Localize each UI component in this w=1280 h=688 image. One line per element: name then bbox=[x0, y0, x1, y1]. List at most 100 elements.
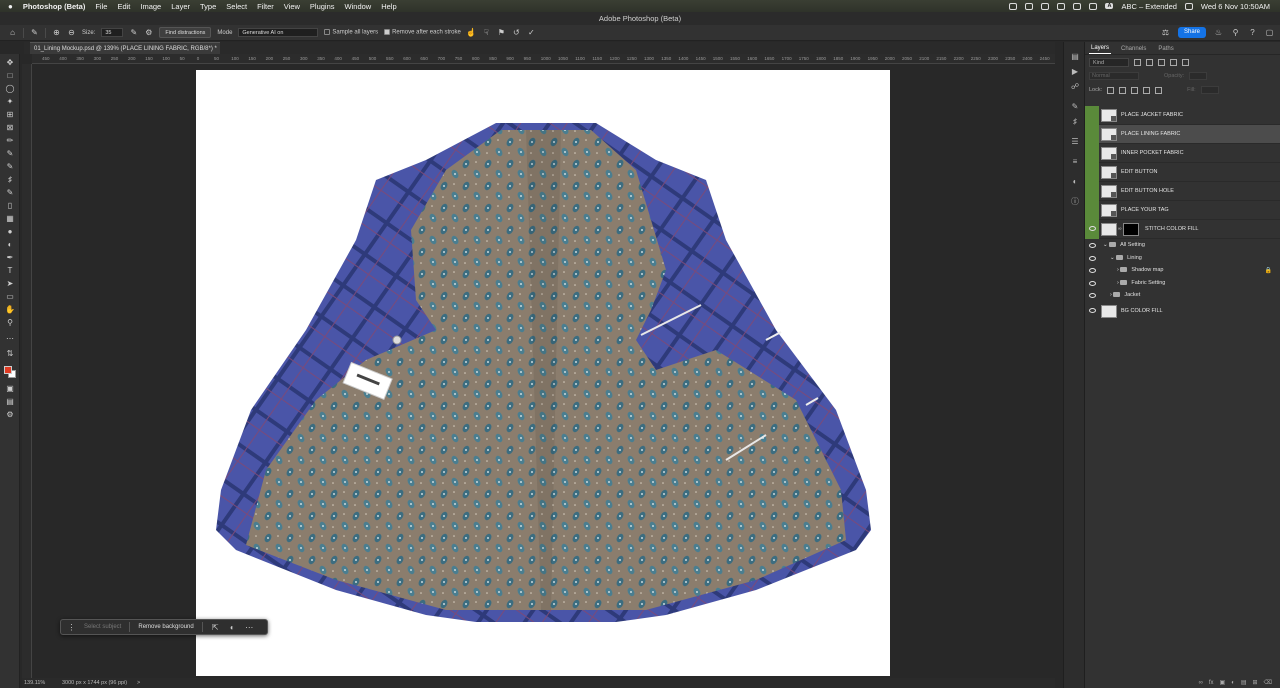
visibility-toggle[interactable] bbox=[1085, 201, 1099, 220]
lock-image-icon[interactable] bbox=[1119, 86, 1127, 94]
layer-row[interactable]: PLACE YOUR TAG bbox=[1085, 201, 1280, 220]
wifi-icon[interactable] bbox=[1089, 2, 1098, 10]
layer-name[interactable]: INNER POCKET FABRIC bbox=[1121, 144, 1184, 163]
status-menu-arrow[interactable]: > bbox=[137, 678, 140, 688]
document-dimensions[interactable]: 3000 px x 1744 px (96 ppi) bbox=[62, 678, 127, 688]
menu-type[interactable]: Type bbox=[200, 2, 216, 11]
brush-add-icon[interactable]: ⊕ bbox=[52, 28, 61, 37]
more-options-icon[interactable]: ⋯ bbox=[245, 623, 254, 632]
adjustment-icon[interactable]: ◐ bbox=[228, 623, 237, 632]
clone-stamp-tool-icon[interactable]: ♯ bbox=[5, 175, 15, 184]
group-name[interactable]: Fabric Setting bbox=[1131, 280, 1165, 286]
transform-icon[interactable]: ⇱ bbox=[211, 623, 220, 632]
group-label[interactable]: ⌄ All Setting bbox=[1103, 239, 1145, 252]
group-row[interactable]: › Fabric Setting bbox=[1085, 277, 1280, 290]
pen-tool-icon[interactable]: ✒ bbox=[5, 253, 15, 262]
brush-settings-icon[interactable]: ✎ bbox=[1070, 102, 1080, 112]
pressure-icon[interactable]: ✎ bbox=[129, 28, 138, 37]
help-icon[interactable]: ? bbox=[1248, 28, 1257, 37]
layer-name[interactable]: BG COLOR FILL bbox=[1121, 302, 1163, 320]
tab-channels[interactable]: Channels bbox=[1119, 46, 1148, 54]
chevron-right-icon[interactable]: › bbox=[1110, 292, 1112, 298]
eye-icon[interactable] bbox=[1089, 268, 1096, 273]
smart-object-filter-icon[interactable] bbox=[1182, 58, 1189, 66]
menu-help[interactable]: Help bbox=[381, 2, 396, 11]
layer-name[interactable]: EDIT BUTTON HOLE bbox=[1121, 182, 1174, 201]
app-menu[interactable]: Photoshop (Beta) bbox=[23, 2, 86, 11]
drag-handle-icon[interactable]: ⋮ bbox=[67, 623, 76, 632]
lock-artboard-icon[interactable] bbox=[1143, 86, 1151, 94]
remove-tool-icon[interactable]: ✎ bbox=[5, 149, 15, 158]
zoom-tool-icon[interactable]: ⚲ bbox=[5, 318, 15, 327]
menu-plugins[interactable]: Plugins bbox=[310, 2, 335, 11]
hand-tool-icon[interactable]: ✋ bbox=[5, 305, 15, 314]
lasso-tool-icon[interactable]: ◯ bbox=[5, 84, 15, 93]
trash-icon[interactable]: ⌫ bbox=[1264, 678, 1272, 688]
control-center-icon[interactable] bbox=[1184, 2, 1193, 10]
layer-name[interactable]: STITCH COLOR FILL bbox=[1145, 220, 1198, 239]
flag-icon[interactable]: ⚑ bbox=[497, 28, 506, 37]
group-name[interactable]: Lining bbox=[1127, 255, 1142, 261]
pixel-filter-icon[interactable] bbox=[1134, 58, 1141, 66]
visibility-toggle[interactable] bbox=[1085, 144, 1099, 163]
group-label[interactable]: › Jacket bbox=[1110, 289, 1140, 302]
object-select-tool-icon[interactable]: ✦ bbox=[5, 97, 15, 106]
adjustment-filter-icon[interactable] bbox=[1146, 58, 1153, 66]
zoom-level[interactable]: 139.11% bbox=[24, 678, 45, 688]
blur-tool-icon[interactable]: ● bbox=[5, 227, 15, 236]
find-distractions-button[interactable]: Find distractions bbox=[159, 27, 212, 38]
layer-row[interactable]: ∞ STITCH COLOR FILL bbox=[1085, 220, 1280, 239]
share-button[interactable]: Share bbox=[1177, 27, 1206, 38]
commit-check-icon[interactable]: ✓ bbox=[527, 28, 536, 37]
group-row[interactable]: › Shadow map 🔒 bbox=[1085, 264, 1280, 277]
input-source-badge[interactable]: A bbox=[1105, 3, 1114, 9]
layer-row[interactable]: EDIT BUTTON bbox=[1085, 163, 1280, 182]
eye-icon[interactable] bbox=[1089, 307, 1096, 313]
menu-edit[interactable]: Edit bbox=[117, 2, 130, 11]
lock-icon[interactable]: 🔒 bbox=[1265, 267, 1272, 274]
visibility-toggle[interactable] bbox=[1085, 125, 1099, 144]
chevron-down-icon[interactable]: ⌄ bbox=[1103, 242, 1108, 248]
menu-file[interactable]: File bbox=[95, 2, 107, 11]
marquee-tool-icon[interactable]: □ bbox=[5, 71, 15, 80]
gradient-tool-icon[interactable]: ▦ bbox=[5, 214, 15, 223]
sample-all-layers-checkbox[interactable] bbox=[324, 29, 331, 36]
kind-filter-select[interactable]: Kind bbox=[1089, 57, 1129, 67]
select-subject-button[interactable]: Select subject bbox=[84, 624, 121, 630]
type-filter-icon[interactable] bbox=[1158, 58, 1165, 66]
tab-paths[interactable]: Paths bbox=[1156, 46, 1175, 54]
status-icon[interactable] bbox=[1073, 2, 1082, 10]
visibility-toggle[interactable] bbox=[1085, 163, 1099, 182]
link-icon[interactable]: ∞ bbox=[1118, 226, 1122, 232]
document-canvas[interactable] bbox=[196, 70, 890, 676]
foreground-color-swatch[interactable] bbox=[4, 366, 12, 374]
apple-menu-icon[interactable]: ● bbox=[8, 2, 13, 11]
remove-after-stroke-option[interactable]: Remove after each stroke bbox=[384, 29, 461, 36]
group-label[interactable]: ⌄ Lining bbox=[1110, 252, 1142, 265]
frame-tool-icon[interactable]: ⊠ bbox=[5, 123, 15, 132]
bell-icon[interactable]: ♨ bbox=[1214, 28, 1223, 37]
crop-tool-icon[interactable]: ⊞ bbox=[5, 110, 15, 119]
layer-name[interactable]: PLACE LINING FABRIC bbox=[1121, 125, 1180, 144]
menu-view[interactable]: View bbox=[284, 2, 300, 11]
chevron-right-icon[interactable]: › bbox=[1117, 280, 1119, 286]
layer-row[interactable]: BG COLOR FILL bbox=[1085, 302, 1280, 320]
lock-transparent-icon[interactable] bbox=[1107, 86, 1115, 94]
visibility-toggle[interactable] bbox=[1085, 220, 1099, 239]
layer-name[interactable]: PLACE YOUR TAG bbox=[1121, 201, 1169, 220]
adjustments-icon[interactable]: ≡ bbox=[1070, 157, 1080, 167]
clone-source-icon[interactable]: ♯ bbox=[1070, 117, 1080, 127]
group-row[interactable]: ⌄ Lining bbox=[1085, 252, 1280, 265]
new-group-icon[interactable]: ▤ bbox=[1241, 678, 1247, 688]
brush-subtract-icon[interactable]: ⊖ bbox=[67, 28, 76, 37]
layer-name[interactable]: EDIT BUTTON bbox=[1121, 163, 1157, 182]
workspace-icon[interactable]: ▢ bbox=[1265, 28, 1274, 37]
lock-position-icon[interactable] bbox=[1131, 86, 1139, 94]
status-icon[interactable] bbox=[1057, 2, 1066, 10]
libraries-icon[interactable]: ☰ bbox=[1070, 137, 1080, 147]
group-label[interactable]: › Fabric Setting bbox=[1117, 277, 1165, 290]
swap-colors-icon[interactable]: ⇅ bbox=[5, 349, 15, 358]
eraser-tool-icon[interactable]: ▯ bbox=[5, 201, 15, 210]
eye-icon[interactable] bbox=[1089, 255, 1096, 261]
vertical-ruler[interactable] bbox=[22, 64, 32, 678]
